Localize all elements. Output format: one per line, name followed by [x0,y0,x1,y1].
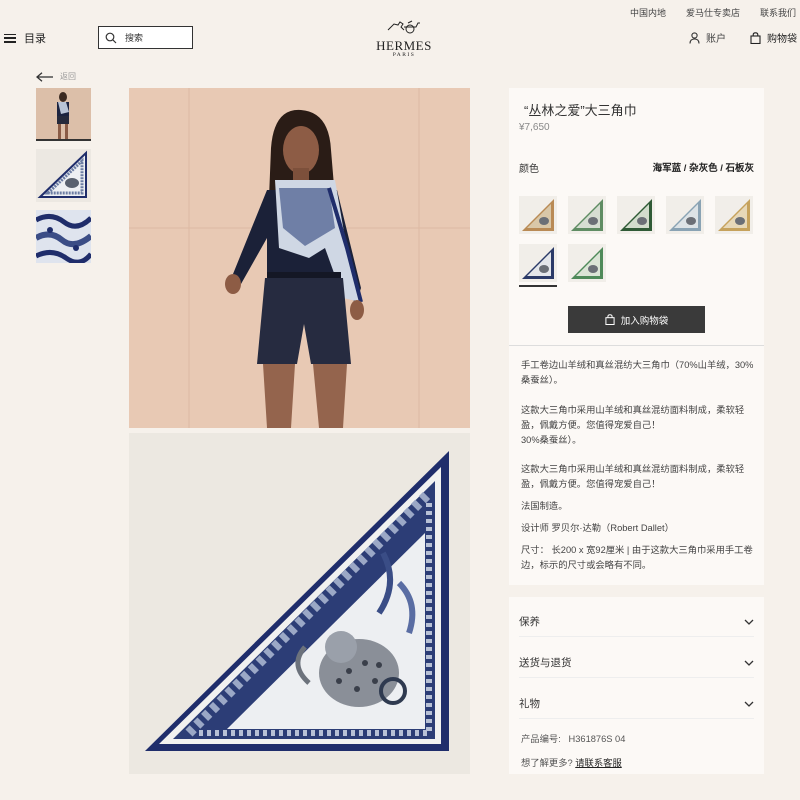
swatch-3[interactable] [617,196,655,234]
back-button[interactable]: 返回 [36,71,76,82]
thumbnail-scarf[interactable] [36,149,91,202]
add-to-bag-button[interactable]: 加入购物袋 [568,306,705,333]
swatch-1[interactable] [519,196,557,234]
product-image-model[interactable] [129,88,470,428]
product-image-scarf[interactable] [129,433,470,774]
user-icon [689,31,700,44]
thumbnail-list [36,88,91,271]
thumbnail-detail[interactable] [36,210,91,263]
swatch-5[interactable] [715,196,753,234]
stores-link[interactable]: 爱马仕专卖店 [686,6,740,19]
header: 目录 HERMES PARIS 账户 购物袋 [0,20,800,58]
chevron-down-icon [744,701,754,707]
accordion-shipping-label: 送货与退货 [519,657,572,669]
color-value: 海军蓝 / 杂灰色 / 石板灰 [652,163,754,174]
accordion-gift[interactable]: 礼物 [519,689,754,719]
region-link[interactable]: 中国内地 [630,6,666,19]
chevron-down-icon [744,660,754,666]
hamburger-icon [4,33,16,43]
horse-carriage-icon [387,20,420,34]
description-1: 手工卷边山羊绒和真丝混纺大三角巾（70%山羊绒，30%桑蚕丝）。 [521,360,754,385]
account-label: 账户 [706,34,726,45]
search-box[interactable] [98,26,193,49]
contact-prompt: 想了解更多? [521,758,573,768]
description-2: 这款大三角巾采用山羊绒和真丝混纺面料制成，柔软轻盈，佩戴方便。您值得宠爱自己！ [521,405,745,430]
color-label: 颜色 [519,164,539,175]
arrow-left-icon [36,71,53,82]
brand-logo[interactable]: HERMES PARIS [372,18,436,58]
product-code-value: H361876S 04 [568,734,626,744]
description-made-in: 法国制造。 [521,501,568,511]
accordion-care[interactable]: 保养 [519,607,754,637]
swatch-2[interactable] [568,196,606,234]
shopping-bag-button[interactable]: 购物袋 [750,30,797,45]
description-designer: 设计师 罗贝尔·达勒（Robert Dallet） [521,523,674,533]
search-icon [105,32,117,43]
account-button[interactable]: 账户 [689,30,726,45]
swatch-4[interactable] [666,196,704,234]
contact-service-link[interactable]: 请联系客服 [575,758,622,768]
accordion-gift-label: 礼物 [519,698,540,710]
contact-link[interactable]: 联系我们 [760,6,796,19]
description-size: 尺寸： 长200 x 宽92厘米 | 由于这款大三角巾采用手工卷边，标示的尺寸或… [521,545,753,570]
menu-button[interactable]: 目录 [4,30,46,46]
shopping-bag-icon [750,31,761,44]
swatch-6[interactable] [519,244,557,287]
details-panel: 保养 送货与退货 礼物 产品编号: H361876S 04 想了解更多? 请联系… [509,597,764,774]
logo-wordmark: HERMES [376,38,432,53]
divider [509,345,764,346]
product-title: “丛林之爱”大三角巾 [524,103,637,118]
utility-bar: 中国内地 爱马仕专卖店 联系我们 [630,6,796,19]
bag-label: 购物袋 [767,34,797,45]
swatch-7[interactable] [568,244,606,282]
chevron-down-icon [744,619,754,625]
product-price: ¥7,650 [519,122,550,133]
back-label: 返回 [60,72,76,81]
accordion-care-label: 保养 [519,616,540,628]
thumbnail-model[interactable] [36,88,91,141]
search-input[interactable] [125,32,185,43]
contact-row: 想了解更多? 请联系客服 [521,755,622,769]
add-to-bag-label: 加入购物袋 [620,315,669,327]
product-code: 产品编号: H361876S 04 [521,731,625,745]
accordion-shipping[interactable]: 送货与退货 [519,648,754,678]
description-4: 这款大三角巾采用山羊绒和真丝混纺面料制成，柔软轻盈，佩戴方便。您值得宠爱自己！ [521,464,745,489]
menu-label: 目录 [24,33,46,45]
description-3: 30%桑蚕丝）。 [521,435,582,445]
product-code-label: 产品编号: [521,734,561,744]
product-info-panel: “丛林之爱”大三角巾 ¥7,650 颜色 海军蓝 / 杂灰色 / 石板灰 加入购… [509,88,764,585]
shopping-bag-icon [605,314,615,325]
